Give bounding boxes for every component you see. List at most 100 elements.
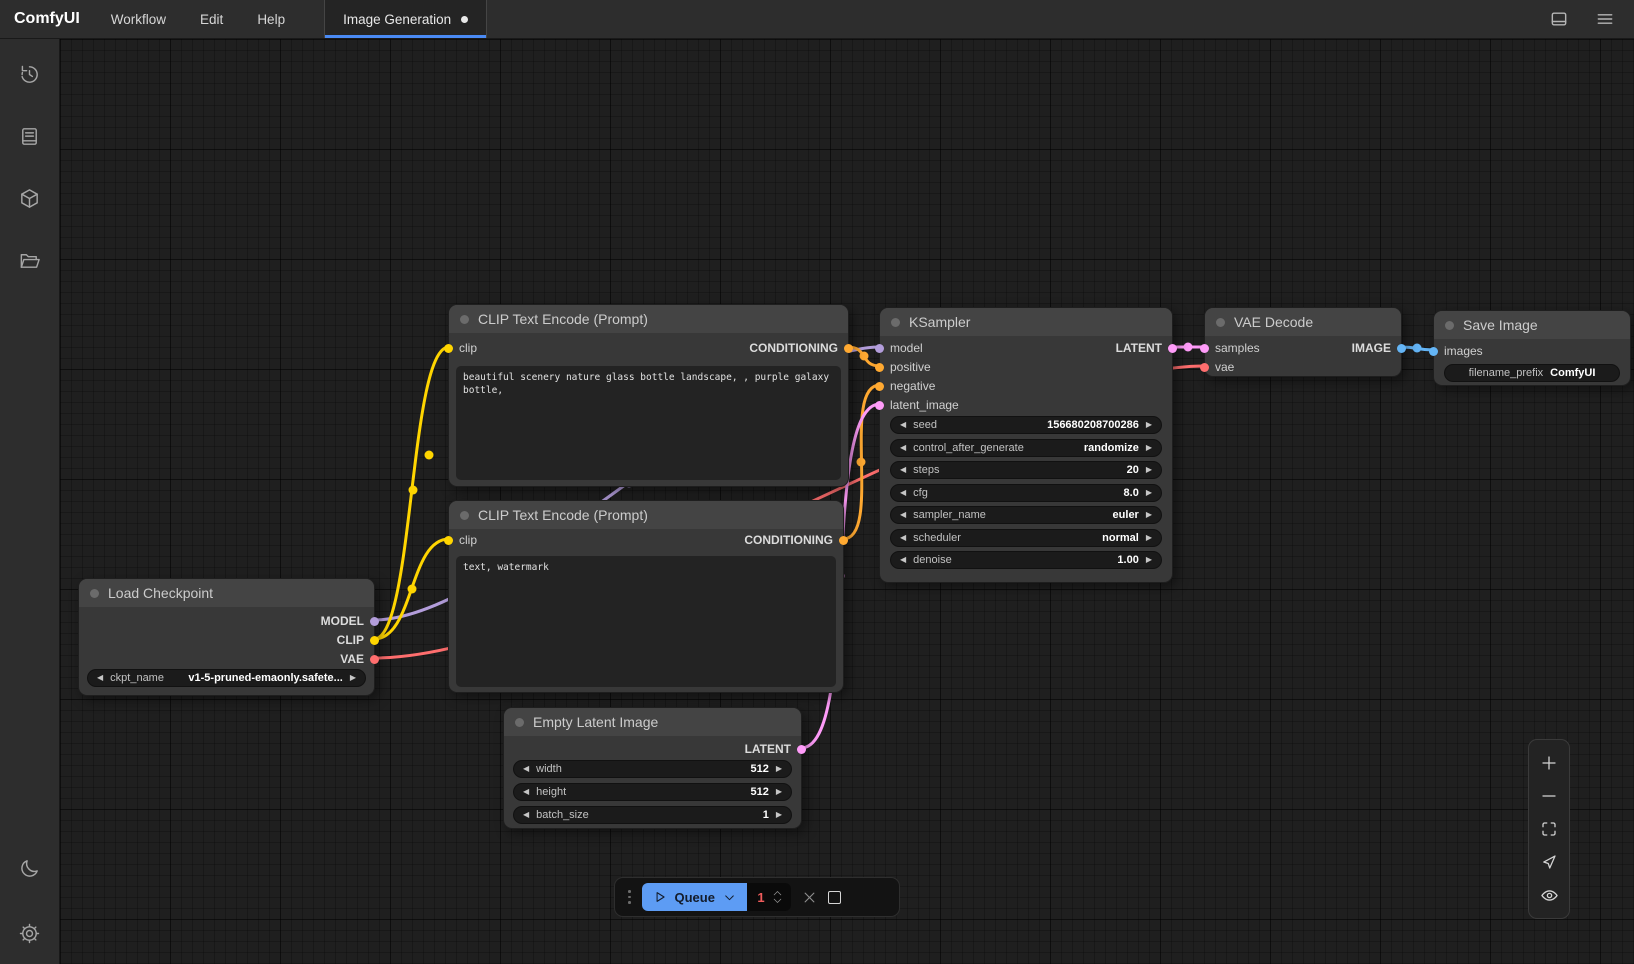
zoom-in-button[interactable] [1534,749,1564,777]
wire-dot-image[interactable] [1413,344,1422,353]
widget-filename-prefix[interactable]: filename_prefix ComfyUI [1444,364,1620,382]
decrement-arrow-icon[interactable]: ◀ [900,444,906,452]
menu-edit[interactable]: Edit [183,0,240,38]
increment-arrow-icon[interactable]: ▶ [776,788,782,796]
sidebar-item-node-library[interactable] [13,119,47,153]
stepper-down-icon[interactable] [773,898,782,904]
hamburger-menu-icon[interactable] [1594,8,1616,30]
decrement-arrow-icon[interactable]: ◀ [900,421,906,429]
node-title-bar[interactable]: CLIP Text Encode (Prompt) [449,305,848,333]
increment-arrow-icon[interactable]: ▶ [1146,534,1152,542]
decrement-arrow-icon[interactable]: ◀ [523,765,529,773]
increment-arrow-icon[interactable]: ▶ [1146,556,1152,564]
decrement-arrow-icon[interactable]: ◀ [900,556,906,564]
wire-dot-clip3[interactable] [408,585,417,594]
widget-scheduler[interactable]: ◀ scheduler normal ▶ [890,529,1162,547]
model-output-pin[interactable] [370,617,379,626]
wire-dot-cond-neg[interactable] [857,458,866,467]
clip-input-pin[interactable] [444,536,453,545]
wire-dot-latent-sampler[interactable] [1184,343,1193,352]
increment-arrow-icon[interactable]: ▶ [1146,444,1152,452]
widget-seed[interactable]: ◀ seed 156680208700286 ▶ [890,416,1162,434]
image-output-pin[interactable] [1397,344,1406,353]
node-vae-decode[interactable]: VAE Decode samples vae IMAGE [1204,307,1402,377]
tab-image-generation[interactable]: Image Generation [324,0,487,38]
sidebar-item-workflows[interactable] [13,243,47,277]
latent-input-pin[interactable] [875,401,884,410]
decrement-arrow-icon[interactable]: ◀ [523,788,529,796]
node-clip-text-encode-negative[interactable]: CLIP Text Encode (Prompt) clip CONDITION… [448,500,844,693]
widget-width[interactable]: ◀ width 512 ▶ [513,760,792,778]
queue-button[interactable]: Queue [642,883,747,911]
decrement-arrow-icon[interactable]: ◀ [900,511,906,519]
chevron-down-icon[interactable] [723,891,736,904]
node-title-bar[interactable]: CLIP Text Encode (Prompt) [449,501,843,529]
increment-arrow-icon[interactable]: ▶ [1146,466,1152,474]
batch-count-box[interactable]: 1 [747,883,791,911]
graph-canvas[interactable]: Load Checkpoint MODEL CLIP VAE ◀ ckpt_na… [60,39,1634,964]
decrement-arrow-icon[interactable]: ◀ [900,466,906,474]
menu-help[interactable]: Help [240,0,302,38]
prompt-textarea[interactable]: text, watermark [456,556,836,687]
zoom-out-button[interactable] [1534,782,1564,810]
fit-view-button[interactable] [1534,815,1564,843]
widget-cfg[interactable]: ◀ cfg 8.0 ▶ [890,484,1162,502]
node-empty-latent-image[interactable]: Empty Latent Image LATENT ◀ width 512 ▶ … [503,707,802,829]
model-input-pin[interactable] [875,344,884,353]
increment-arrow-icon[interactable]: ▶ [1146,489,1152,497]
increment-arrow-icon[interactable]: ▶ [350,674,356,682]
prompt-textarea[interactable]: beautiful scenery nature glass bottle la… [456,366,841,480]
drag-handle[interactable] [628,890,631,904]
wire-dot-cond-pos[interactable] [860,352,869,361]
wire-dot-clip2[interactable] [425,451,434,460]
node-title-bar[interactable]: VAE Decode [1205,308,1401,336]
widget-denoise[interactable]: ◀ denoise 1.00 ▶ [890,551,1162,569]
conditioning-output-pin[interactable] [844,344,853,353]
increment-arrow-icon[interactable]: ▶ [776,765,782,773]
clip-output-pin[interactable] [370,636,379,645]
wire-dot-clip1[interactable] [409,486,418,495]
increment-arrow-icon[interactable]: ▶ [776,811,782,819]
widget-batch-size[interactable]: ◀ batch_size 1 ▶ [513,806,792,824]
clip-input-pin[interactable] [444,344,453,353]
sidebar-item-model-library[interactable] [13,181,47,215]
samples-input-pin[interactable] [1200,344,1209,353]
positive-input-pin[interactable] [875,363,884,372]
node-load-checkpoint[interactable]: Load Checkpoint MODEL CLIP VAE ◀ ckpt_na… [78,578,375,696]
increment-arrow-icon[interactable]: ▶ [1146,421,1152,429]
widget-sampler-name[interactable]: ◀ sampler_name euler ▶ [890,506,1162,524]
node-title-bar[interactable]: Load Checkpoint [79,579,374,607]
negative-input-pin[interactable] [875,382,884,391]
decrement-arrow-icon[interactable]: ◀ [900,489,906,497]
node-title-bar[interactable]: Save Image [1434,311,1630,339]
widget-ckpt-name[interactable]: ◀ ckpt_name v1-5-pruned-emaonly.safete..… [87,669,366,687]
latent-output-pin[interactable] [1168,344,1177,353]
theme-toggle-button[interactable] [13,851,47,885]
widget-steps[interactable]: ◀ steps 20 ▶ [890,461,1162,479]
decrement-arrow-icon[interactable]: ◀ [97,674,103,682]
conditioning-output-pin[interactable] [839,536,848,545]
stop-button[interactable] [828,891,841,904]
toggle-link-visibility-button[interactable] [1534,881,1564,909]
node-title-bar[interactable]: Empty Latent Image [504,708,801,736]
decrement-arrow-icon[interactable]: ◀ [523,811,529,819]
decrement-arrow-icon[interactable]: ◀ [900,534,906,542]
bottom-panel-toggle-icon[interactable] [1548,8,1570,30]
vae-input-pin[interactable] [1200,363,1209,372]
latent-output-pin[interactable] [797,745,806,754]
stepper-up-icon[interactable] [773,890,782,896]
node-save-image[interactable]: Save Image images filename_prefix ComfyU… [1433,310,1631,386]
images-input-pin[interactable] [1429,347,1438,356]
widget-height[interactable]: ◀ height 512 ▶ [513,783,792,801]
vae-output-pin[interactable] [370,655,379,664]
widget-control-after-generate[interactable]: ◀ control_after_generate randomize ▶ [890,439,1162,457]
node-title-bar[interactable]: KSampler [880,308,1172,336]
select-mode-button[interactable] [1534,848,1564,876]
node-ksampler[interactable]: KSampler model positive negative latent_… [879,307,1173,583]
increment-arrow-icon[interactable]: ▶ [1146,511,1152,519]
node-clip-text-encode-positive[interactable]: CLIP Text Encode (Prompt) clip CONDITION… [448,304,849,487]
menu-workflow[interactable]: Workflow [94,0,183,38]
clear-queue-button[interactable] [802,890,817,905]
sidebar-item-history[interactable] [13,57,47,91]
settings-button[interactable] [13,916,47,950]
